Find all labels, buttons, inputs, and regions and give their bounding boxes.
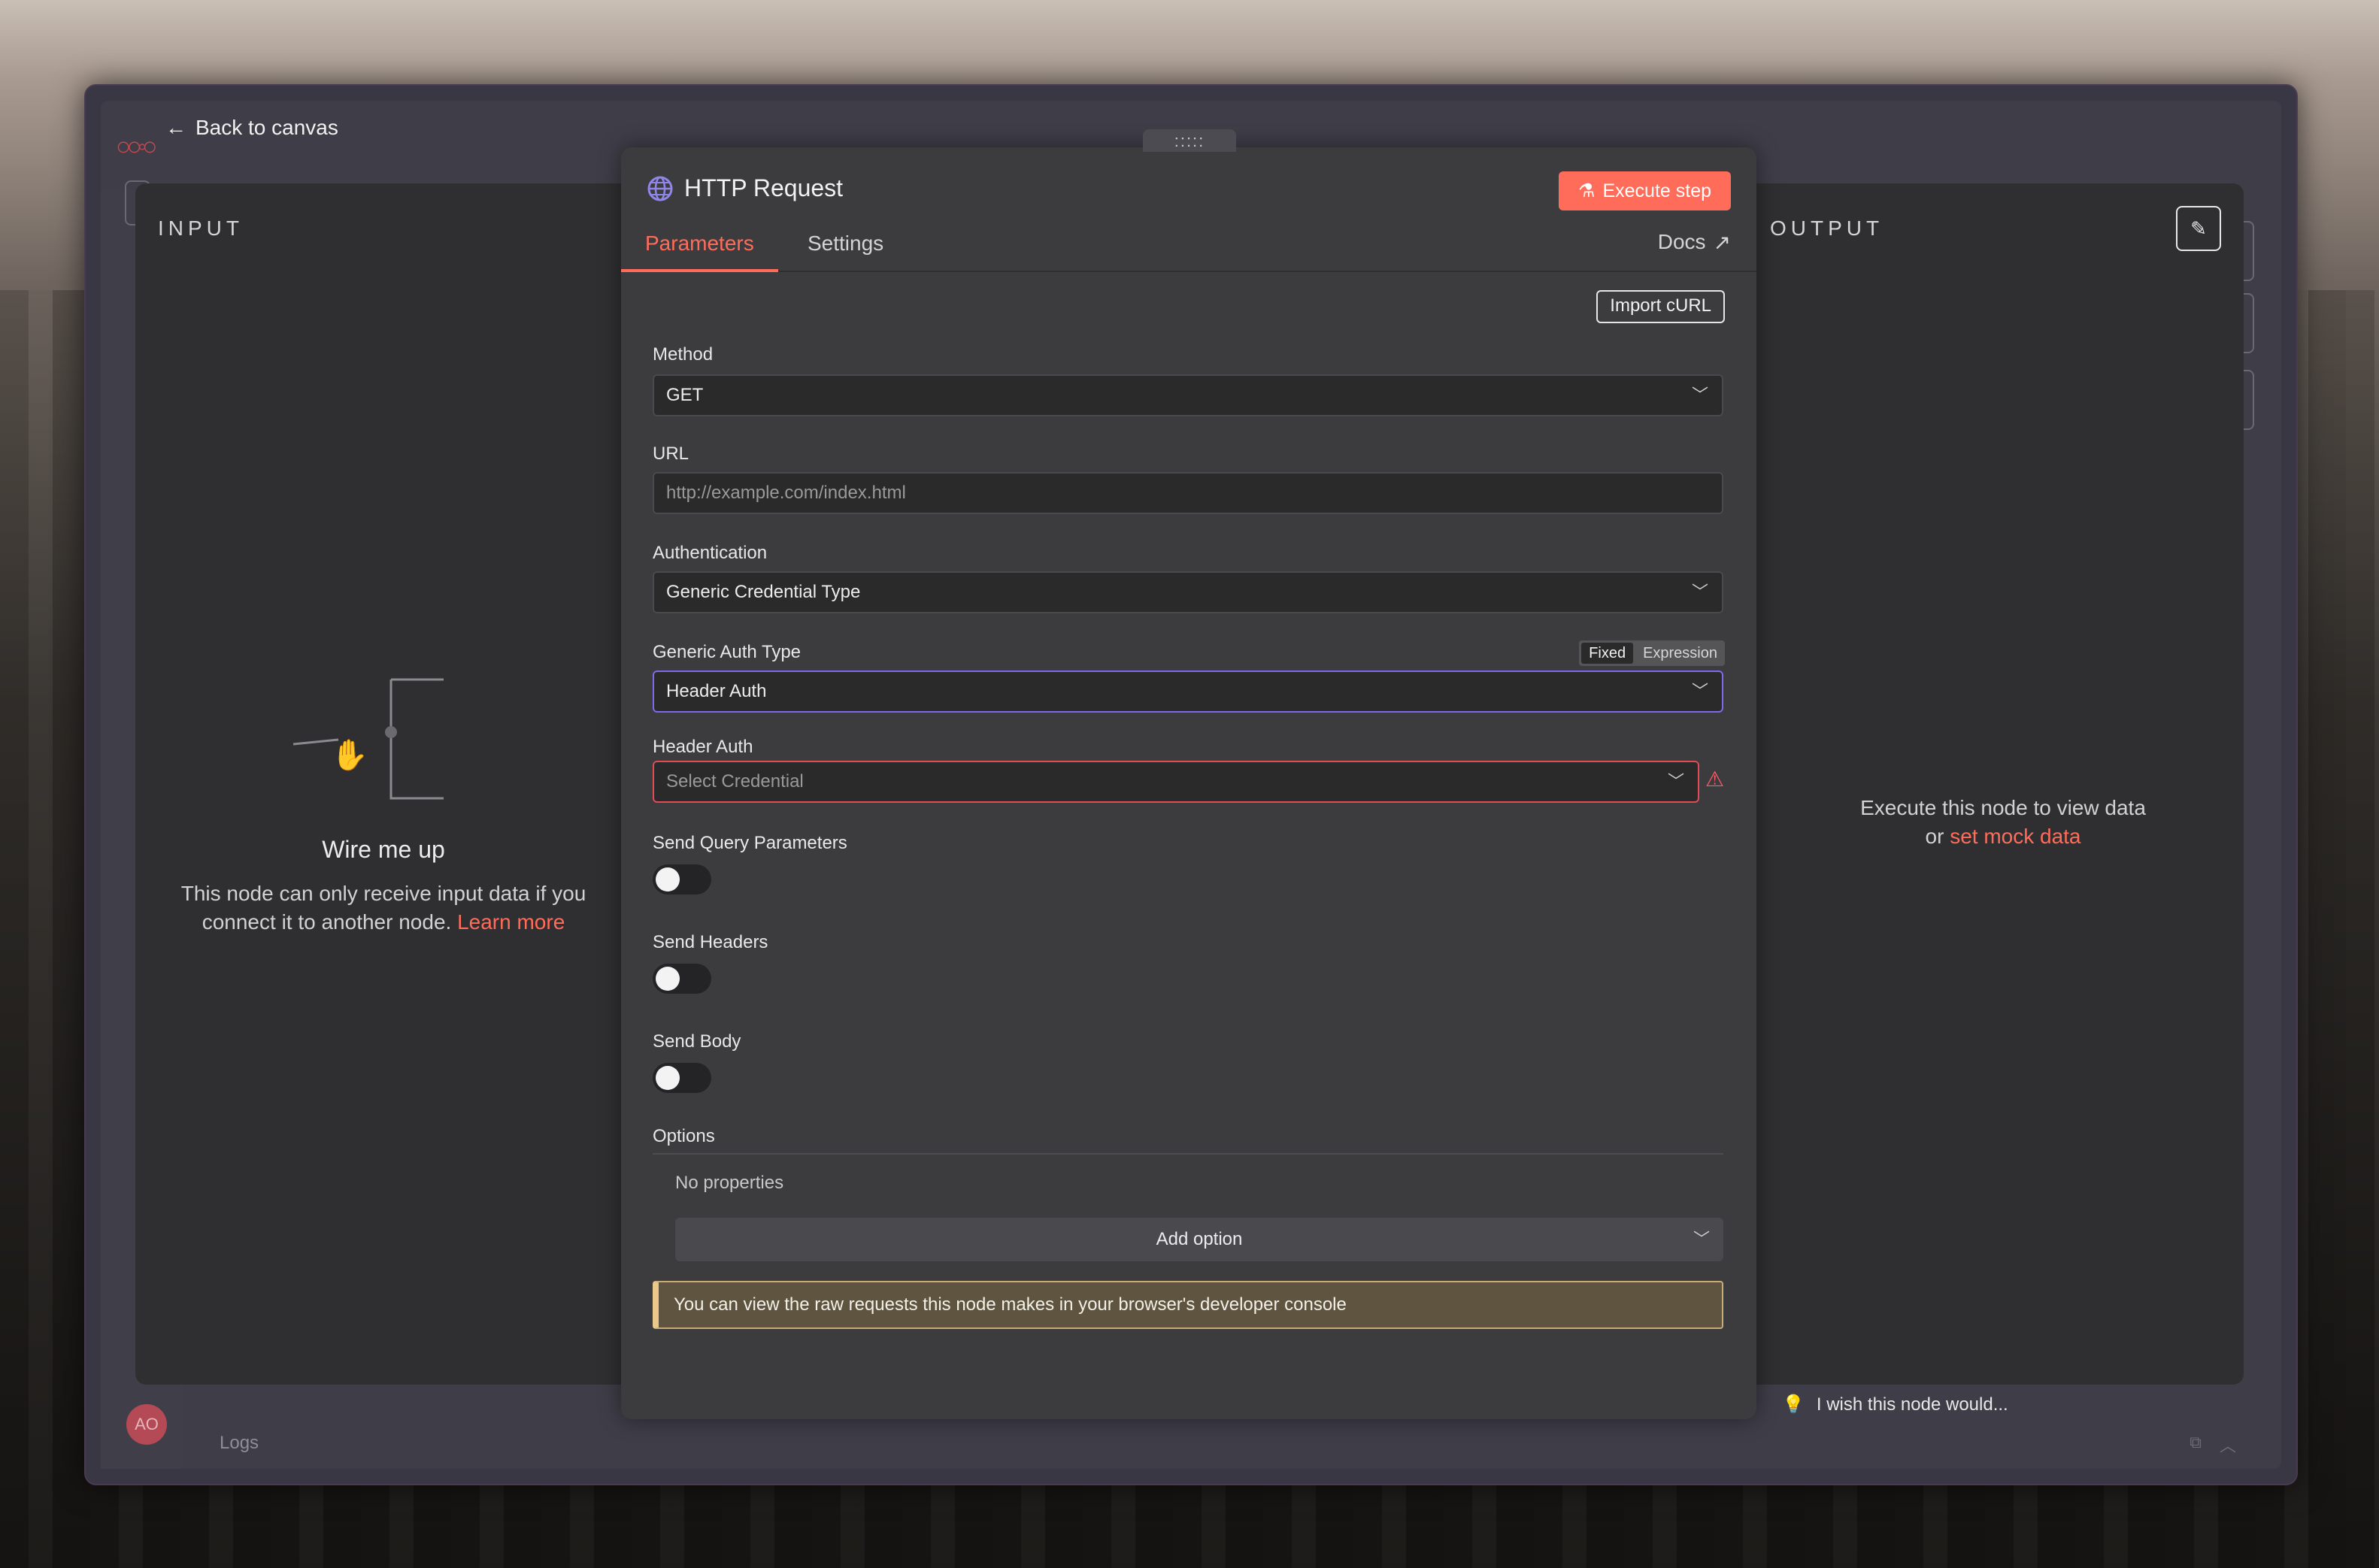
output-empty-line: Execute this node to view data xyxy=(1860,796,2146,819)
back-to-canvas-label: Back to canvas xyxy=(195,116,338,139)
no-properties-text: No properties xyxy=(675,1173,784,1193)
execute-step-button[interactable]: ⚗ Execute step xyxy=(1559,171,1731,210)
avatar[interactable]: AO xyxy=(126,1404,167,1445)
set-mock-data-link[interactable]: set mock data xyxy=(1950,825,2080,848)
url-input[interactable]: http://example.com/index.html xyxy=(653,472,1723,514)
node-tabs: Parameters Settings Docs ↗ xyxy=(621,230,1756,272)
svg-text:✋: ✋ xyxy=(331,737,368,773)
chevron-up-icon[interactable]: ︿ xyxy=(2220,1433,2236,1457)
feedback-text: I wish this node would... xyxy=(1816,1394,2008,1415)
chevron-down-icon: ﹀ xyxy=(1691,386,1708,404)
n8n-logo-icon: ○○◦○ xyxy=(116,132,158,161)
header-auth-credential-select[interactable]: Select Credential ﹀ xyxy=(653,761,1699,803)
chevron-down-icon: ﹀ xyxy=(1693,1230,1710,1249)
chevron-down-icon: ﹀ xyxy=(1667,772,1684,791)
mode-expression-button[interactable]: Expression xyxy=(1635,640,1725,666)
add-option-select[interactable]: Add option ﹀ xyxy=(675,1218,1723,1261)
send-body-label: Send Body xyxy=(653,1031,741,1052)
chevron-down-icon: ﹀ xyxy=(1691,682,1708,701)
send-headers-toggle[interactable] xyxy=(653,964,711,994)
popout-icon[interactable]: ⧉ xyxy=(2190,1433,2202,1457)
docs-link[interactable]: Docs ↗ xyxy=(1658,230,1731,255)
lightbulb-icon: 💡 xyxy=(1782,1394,1805,1415)
output-empty-message: Execute this node to view data or set mo… xyxy=(1777,794,2229,851)
url-label: URL xyxy=(653,443,689,464)
fixed-expression-toggle: Fixed Expression xyxy=(1579,640,1725,666)
send-body-toggle[interactable] xyxy=(653,1063,711,1093)
generic-auth-type-label: Generic Auth Type xyxy=(653,642,802,662)
warning-icon: ⚠ xyxy=(1705,767,1725,791)
generic-auth-type-value: Header Auth xyxy=(666,681,767,701)
header-auth-label: Header Auth xyxy=(653,737,753,757)
back-to-canvas-button[interactable]: ← Back to canvas xyxy=(165,116,338,140)
options-divider xyxy=(653,1153,1723,1155)
input-panel-label: INPUT xyxy=(158,216,244,240)
output-panel: OUTPUT ✎ Execute this node to view data … xyxy=(1747,183,2244,1385)
developer-console-notice: You can view the raw requests this node … xyxy=(653,1281,1723,1329)
wire-me-up-title: Wire me up xyxy=(322,836,445,863)
method-value: GET xyxy=(666,385,704,405)
authentication-label: Authentication xyxy=(653,543,768,563)
chevron-down-icon: ﹀ xyxy=(1691,583,1708,601)
send-query-toggle[interactable] xyxy=(653,864,711,894)
execute-step-label: Execute step xyxy=(1602,180,1711,201)
docs-label: Docs xyxy=(1657,230,1706,253)
panel-drag-handle[interactable]: ::::: xyxy=(1143,129,1236,152)
globe-icon xyxy=(647,176,673,201)
learn-more-link[interactable]: Learn more xyxy=(457,910,565,934)
tab-settings[interactable]: Settings xyxy=(783,230,908,269)
logs-tab[interactable]: Logs xyxy=(220,1433,259,1454)
output-or-text: or xyxy=(1925,825,1944,848)
node-parameters-panel: HTTP Request ⚗ Execute step Parameters S… xyxy=(621,147,1756,1419)
generic-auth-type-select[interactable]: Header Auth ﹀ xyxy=(653,670,1723,713)
pencil-icon: ✎ xyxy=(2190,216,2207,240)
wire-node-illustration: ✋ xyxy=(293,678,444,800)
flask-icon: ⚗ xyxy=(1578,180,1596,201)
method-label: Method xyxy=(653,344,714,365)
tab-parameters[interactable]: Parameters xyxy=(621,230,778,272)
feedback-link[interactable]: 💡 I wish this node would... xyxy=(1782,1394,2008,1415)
logs-actions: ⧉ ︿ xyxy=(2190,1433,2236,1457)
edit-output-button[interactable]: ✎ xyxy=(2176,206,2221,251)
method-select[interactable]: GET ﹀ xyxy=(653,374,1723,416)
import-curl-button[interactable]: Import cURL xyxy=(1596,290,1725,323)
node-title: HTTP Request xyxy=(647,174,843,202)
output-panel-label: OUTPUT xyxy=(1770,216,1884,240)
header-auth-placeholder: Select Credential xyxy=(666,771,804,792)
external-link-icon: ↗ xyxy=(1713,231,1731,254)
authentication-value: Generic Credential Type xyxy=(666,582,861,602)
options-label: Options xyxy=(653,1126,715,1146)
add-option-label: Add option xyxy=(1156,1229,1243,1249)
send-query-label: Send Query Parameters xyxy=(653,833,847,853)
node-title-text: HTTP Request xyxy=(684,174,844,201)
authentication-select[interactable]: Generic Credential Type ﹀ xyxy=(653,571,1723,613)
wire-me-up-description: This node can only receive input data if… xyxy=(158,879,609,937)
send-headers-label: Send Headers xyxy=(653,932,768,952)
mode-fixed-button[interactable]: Fixed xyxy=(1581,643,1634,664)
input-panel: INPUT ✋ Wire me up This node can only re… xyxy=(135,183,632,1385)
arrow-left-icon: ← xyxy=(165,116,186,139)
